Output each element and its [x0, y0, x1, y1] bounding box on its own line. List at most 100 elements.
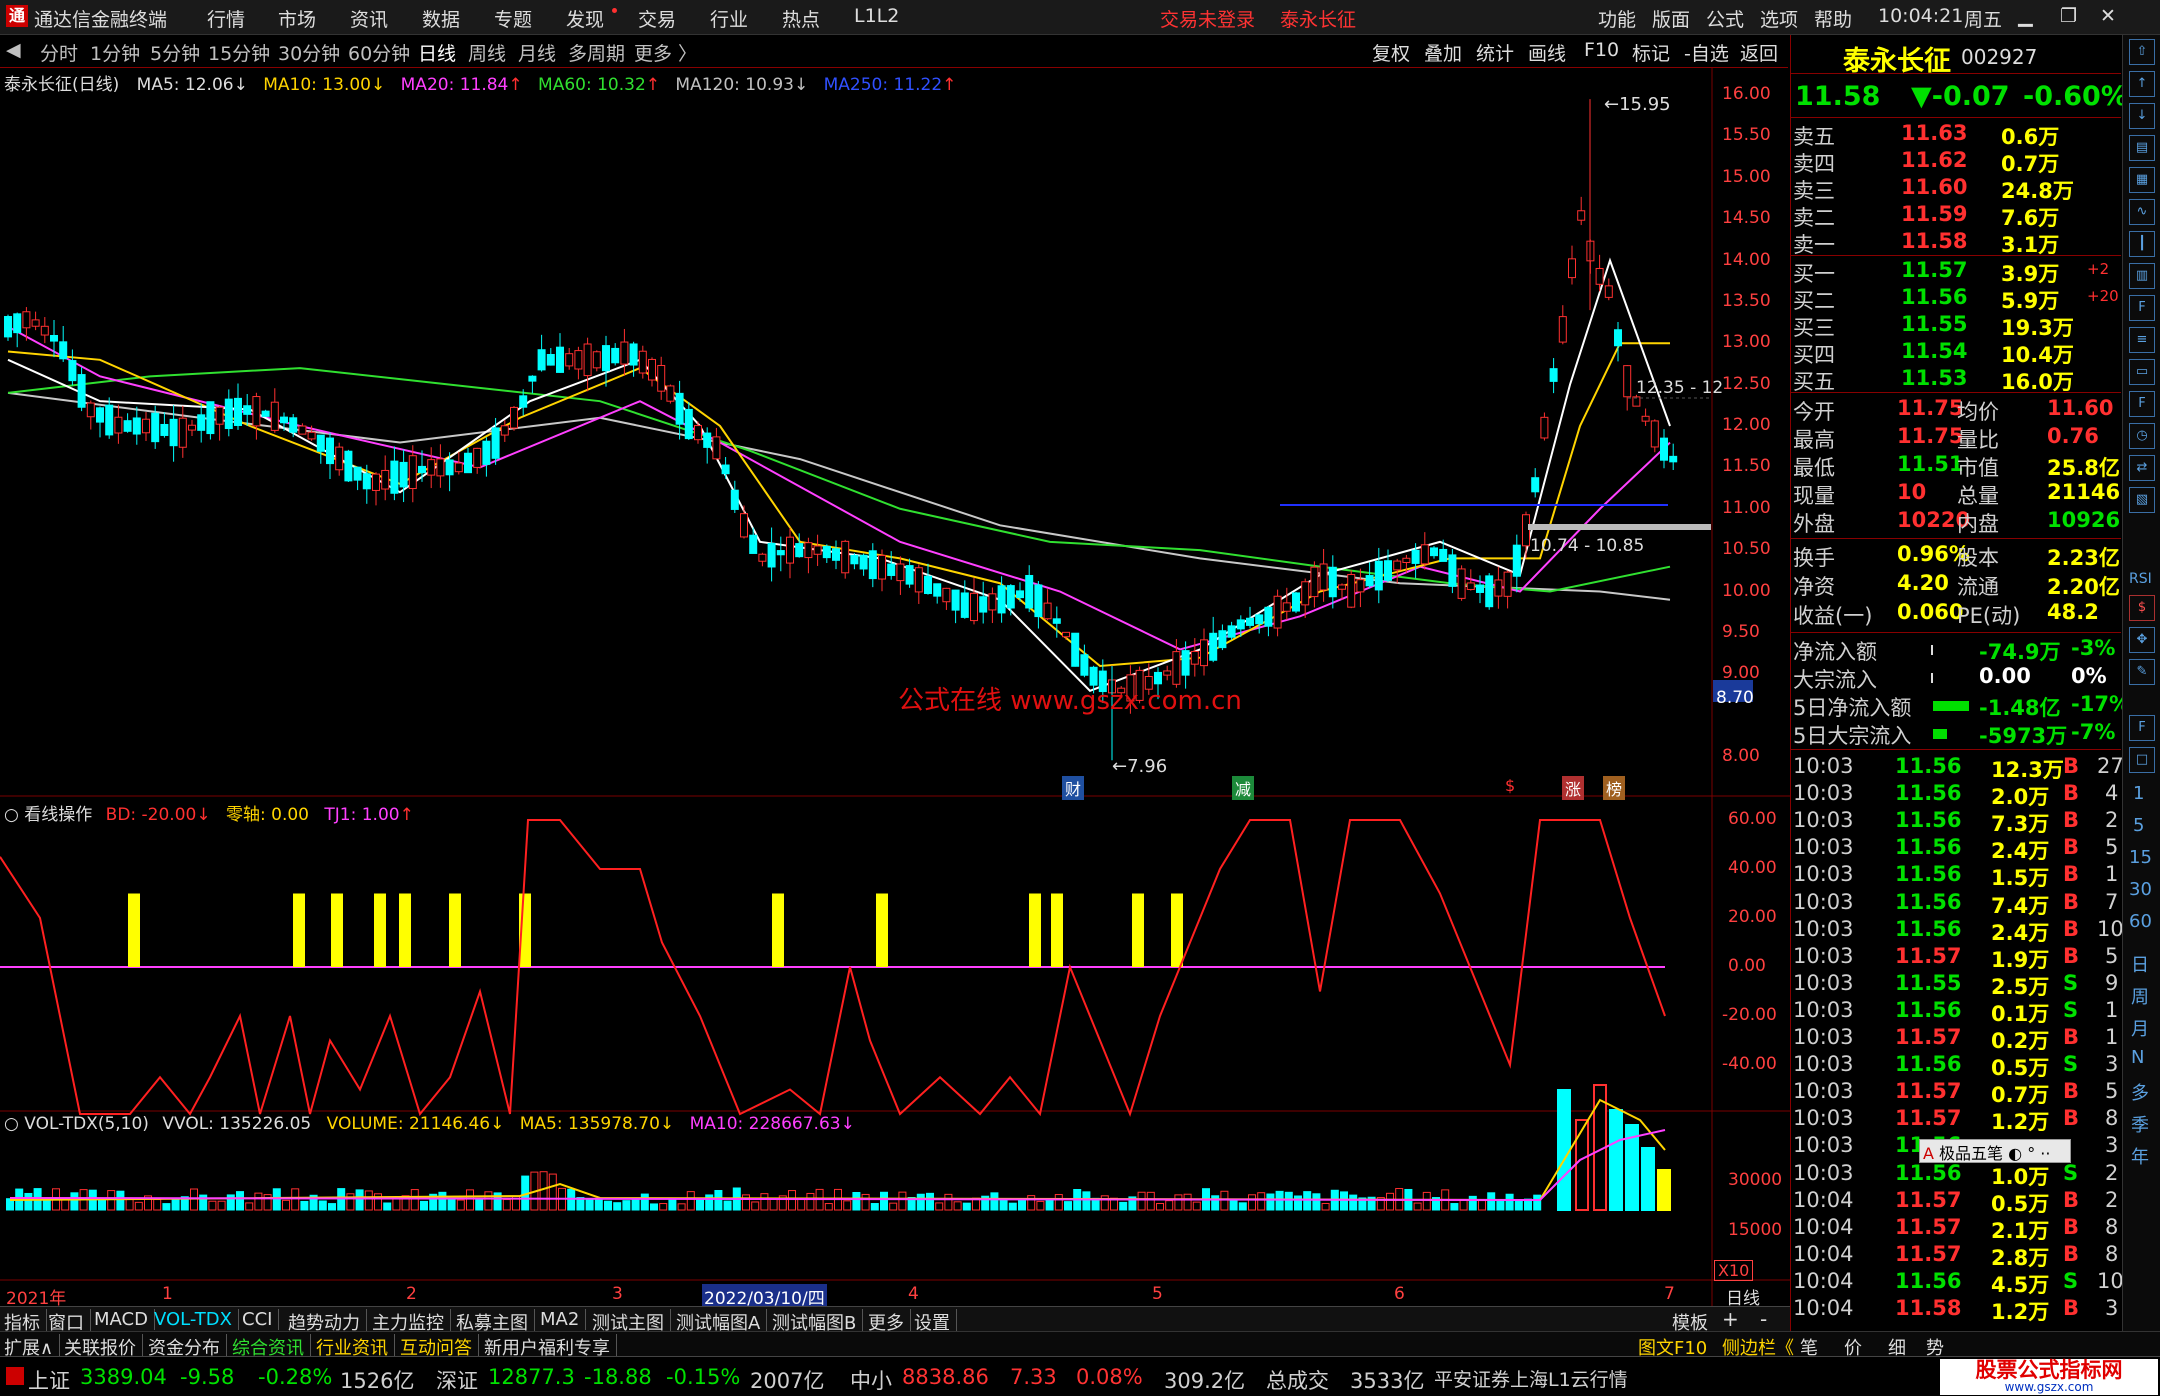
fs2-icon[interactable]: F	[2129, 715, 2155, 741]
left-arrow-icon[interactable]: ◀	[6, 39, 21, 61]
strip-year[interactable]: 年	[2131, 1143, 2149, 1169]
indicator-name[interactable]: 看线操作	[24, 805, 92, 825]
menu-gongshi[interactable]: 公式	[1706, 5, 1744, 32]
menu-faxian[interactable]: 发现	[566, 5, 604, 32]
ime-popup[interactable]: A 极品五笔 ◐ ° ··	[1919, 1139, 2071, 1163]
candle-body	[188, 424, 196, 431]
kline-icon[interactable]: ┃	[2129, 231, 2155, 257]
box-icon[interactable]: □	[2129, 747, 2155, 773]
alert-icon[interactable]: $	[2129, 595, 2155, 621]
zoom-out-button[interactable]: -	[1760, 1307, 1767, 1331]
fs-icon[interactable]: F	[2129, 391, 2155, 417]
close-icon[interactable]: ✕	[2100, 5, 2116, 27]
strip-15[interactable]: 15	[2129, 847, 2152, 868]
compare-icon[interactable]: ⇄	[2129, 455, 2155, 481]
strip-n[interactable]: N	[2131, 1047, 2144, 1068]
strip-multi[interactable]: 多	[2131, 1079, 2149, 1105]
strip-1[interactable]: 1	[2133, 783, 2144, 804]
candle-body	[344, 450, 353, 482]
event-cai[interactable]: 财	[1062, 776, 1085, 800]
period-5min[interactable]: 5分钟	[150, 39, 200, 66]
biaoji-button[interactable]: 标记	[1632, 39, 1670, 66]
grid-icon[interactable]: ▦	[2129, 167, 2155, 193]
tick-time-8: 10:03	[1793, 970, 1854, 995]
volume-bar	[1459, 1199, 1468, 1211]
menu-xuanxiang[interactable]: 选项	[1760, 5, 1798, 32]
strip-week[interactable]: 周	[2131, 983, 2149, 1009]
pen-icon[interactable]: ✎	[2129, 659, 2155, 685]
menu-hangqing[interactable]: 行情	[207, 5, 245, 32]
menu-jiaoyi[interactable]: 交易	[638, 5, 676, 32]
table-icon[interactable]: ▥	[2129, 263, 2155, 289]
period-more[interactable]: 更多 〉	[634, 39, 697, 66]
arrow-down-icon[interactable]: ↓	[2129, 103, 2155, 129]
menu-banmian[interactable]: 版面	[1652, 5, 1690, 32]
strip-30[interactable]: 30	[2129, 879, 2152, 900]
period-30min[interactable]: 30分钟	[278, 39, 340, 66]
event-jian[interactable]: 减	[1232, 776, 1255, 800]
period-60min[interactable]: 60分钟	[348, 39, 410, 66]
rsi-icon[interactable]: RSI	[2129, 571, 2152, 587]
huaxian-button[interactable]: 画线	[1528, 39, 1566, 66]
zoom-in-button[interactable]: +	[1722, 1307, 1739, 1331]
nav-up-icon[interactable]: ⇧	[2129, 39, 2155, 65]
menu-bangzhu[interactable]: 帮助	[1814, 5, 1852, 32]
diejia-button[interactable]: 叠加	[1424, 39, 1462, 66]
arrow-up-icon[interactable]: ↑	[2129, 71, 2155, 97]
period-15min[interactable]: 15分钟	[208, 39, 270, 66]
layers-icon[interactable]: ▧	[2129, 487, 2155, 513]
period-daily[interactable]: 日线	[418, 39, 456, 66]
menu-gongneng[interactable]: 功能	[1598, 5, 1636, 32]
strip-60[interactable]: 60	[2129, 911, 2152, 932]
doc-icon[interactable]: ▭	[2129, 359, 2155, 385]
strip-quarter[interactable]: 季	[2131, 1111, 2149, 1137]
sh-label[interactable]: 上证	[28, 1365, 70, 1395]
move-icon[interactable]: ✥	[2129, 627, 2155, 653]
clock-icon[interactable]: ◷	[2129, 423, 2155, 449]
strip-month[interactable]: 月	[2131, 1015, 2149, 1041]
restore-icon[interactable]: ❐	[2060, 5, 2077, 27]
candle-body	[40, 325, 49, 336]
indicator-tab-3[interactable]: VOL-TDX	[154, 1309, 239, 1330]
strip-5[interactable]: 5	[2133, 815, 2144, 836]
zx-label[interactable]: 中小	[850, 1365, 892, 1395]
menu-shuju[interactable]: 数据	[422, 5, 460, 32]
candle-body	[537, 349, 546, 371]
strip-day[interactable]: 日	[2131, 951, 2149, 977]
zixuan-button[interactable]: -自选	[1684, 39, 1729, 66]
volume-bar	[447, 1198, 456, 1211]
volume-bar	[1266, 1193, 1275, 1211]
sz-label[interactable]: 深证	[436, 1365, 478, 1395]
period-monthly[interactable]: 月线	[518, 39, 556, 66]
fuquan-button[interactable]: 复权	[1372, 39, 1410, 66]
menu-l1l2[interactable]: L1L2	[854, 5, 899, 27]
volume-name[interactable]: VOL-TDX(5,10)	[24, 1114, 149, 1134]
app-title: 通达信金融终端	[34, 9, 168, 31]
menu-hangye[interactable]: 行业	[710, 5, 748, 32]
menu-zixun[interactable]: 资讯	[350, 5, 388, 32]
candle-body	[1595, 267, 1604, 285]
menu-zhuanti[interactable]: 专题	[494, 5, 532, 32]
line-chart-icon[interactable]: ∿	[2129, 199, 2155, 225]
tick-time-5: 10:03	[1793, 889, 1854, 914]
event-zhang[interactable]: 涨	[1562, 776, 1585, 800]
list-icon[interactable]: ≡	[2129, 327, 2155, 353]
period-weekly[interactable]: 周线	[468, 39, 506, 66]
indicator-tab-4[interactable]: CCI	[242, 1309, 280, 1330]
period-fenshi[interactable]: 分时	[40, 39, 78, 66]
f10-icon[interactable]: F	[2129, 295, 2155, 321]
menu-shichang[interactable]: 市场	[278, 5, 316, 32]
menu-redian[interactable]: 热点	[782, 5, 820, 32]
report-icon[interactable]: ▤	[2129, 135, 2155, 161]
indicator-tab-2[interactable]: MACD	[94, 1309, 155, 1330]
period-1min[interactable]: 1分钟	[90, 39, 140, 66]
event-dollar[interactable]: $	[1505, 776, 1515, 795]
minimize-icon[interactable]: ▁	[2018, 5, 2033, 27]
f10-button[interactable]: F10	[1584, 39, 1619, 61]
period-multi[interactable]: 多周期	[568, 39, 625, 66]
indicator-tab-8[interactable]: MA2	[540, 1309, 587, 1330]
event-bang[interactable]: 榜	[1603, 776, 1626, 800]
login-status[interactable]: 交易未登录	[1160, 5, 1255, 32]
tongji-button[interactable]: 统计	[1476, 39, 1514, 66]
back-button[interactable]: 返回	[1740, 39, 1778, 66]
